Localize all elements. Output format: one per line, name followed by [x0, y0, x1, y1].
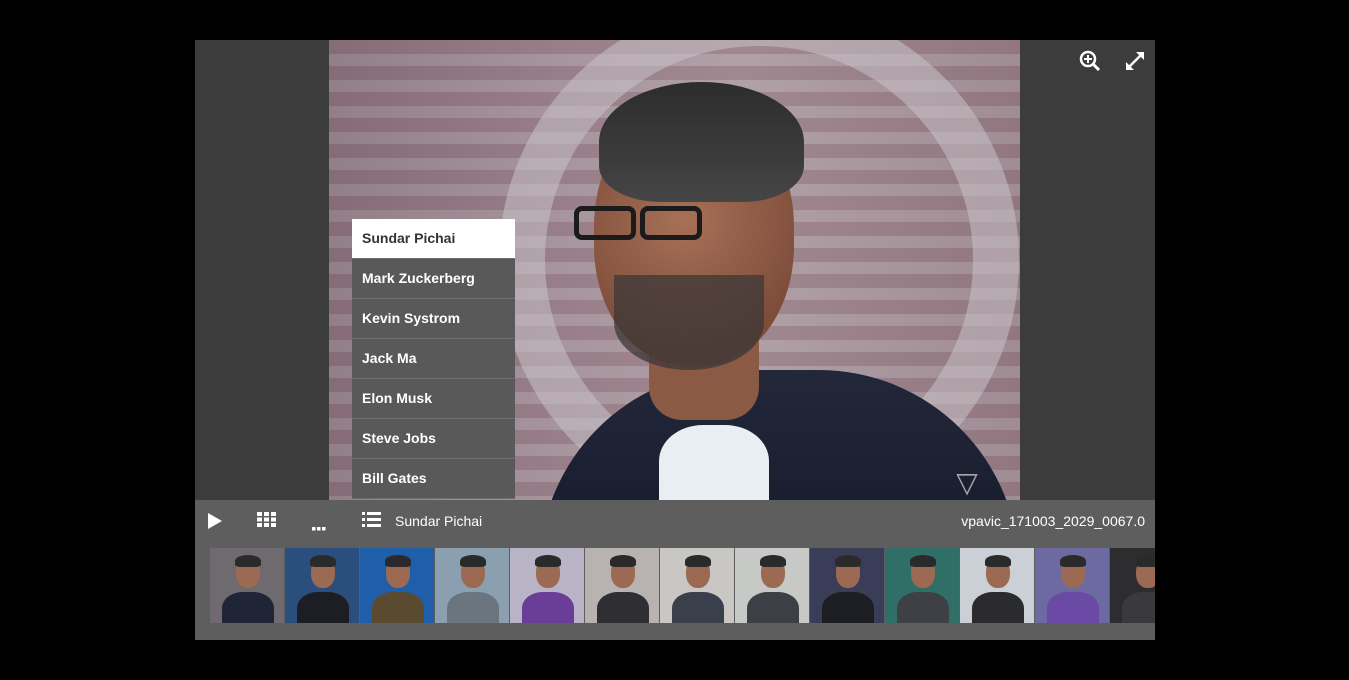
play-icon[interactable]	[207, 512, 223, 535]
list-icon[interactable]	[362, 512, 381, 532]
fullscreen-icon[interactable]	[1124, 50, 1146, 72]
thumbnail-12[interactable]	[1035, 548, 1109, 623]
thumbnail-6[interactable]	[585, 548, 659, 623]
thumbnail-9[interactable]	[810, 548, 884, 623]
thumbnail-10[interactable]	[885, 548, 959, 623]
thumbnail-list	[210, 548, 1155, 623]
menu-item-steve-jobs[interactable]: Steve Jobs	[352, 419, 515, 459]
image-filename: vpavic_171003_2029_0067.0	[961, 513, 1145, 529]
image-stage: ▽ Sundar Pichai Mark Zuckerberg Kevin Sy…	[195, 40, 1155, 500]
thumbnail-4[interactable]	[435, 548, 509, 623]
menu-item-mark-zuckerberg[interactable]: Mark Zuckerberg	[352, 259, 515, 299]
thumbnail-13[interactable]	[1110, 548, 1155, 623]
menu-item-kevin-systrom[interactable]: Kevin Systrom	[352, 299, 515, 339]
thumbnail-1[interactable]	[210, 548, 284, 623]
menu-item-jack-ma[interactable]: Jack Ma	[352, 339, 515, 379]
grid-icon[interactable]	[257, 512, 276, 532]
thumbnail-strip[interactable]	[195, 542, 1155, 640]
thumbnail-3[interactable]	[360, 548, 434, 623]
menu-item-bill-gates[interactable]: Bill Gates	[352, 459, 515, 499]
thumbnail-7[interactable]	[660, 548, 734, 623]
watermark-logo: ▽	[956, 467, 978, 498]
gallery-toolbar: Sundar Pichai vpavic_171003_2029_0067.0	[195, 500, 1155, 542]
person-menu: Sundar Pichai Mark Zuckerberg Kevin Syst…	[352, 219, 515, 499]
thumbnail-11[interactable]	[960, 548, 1034, 623]
more-icon[interactable]	[312, 518, 326, 536]
thumbnail-5[interactable]	[510, 548, 584, 623]
zoom-in-icon[interactable]	[1079, 50, 1101, 72]
image-caption: Sundar Pichai	[395, 513, 483, 529]
photo-gallery: ▽ Sundar Pichai Mark Zuckerberg Kevin Sy…	[195, 40, 1155, 640]
menu-item-sundar-pichai[interactable]: Sundar Pichai	[352, 219, 515, 259]
thumbnail-2[interactable]	[285, 548, 359, 623]
menu-item-elon-musk[interactable]: Elon Musk	[352, 379, 515, 419]
thumbnail-8[interactable]	[735, 548, 809, 623]
